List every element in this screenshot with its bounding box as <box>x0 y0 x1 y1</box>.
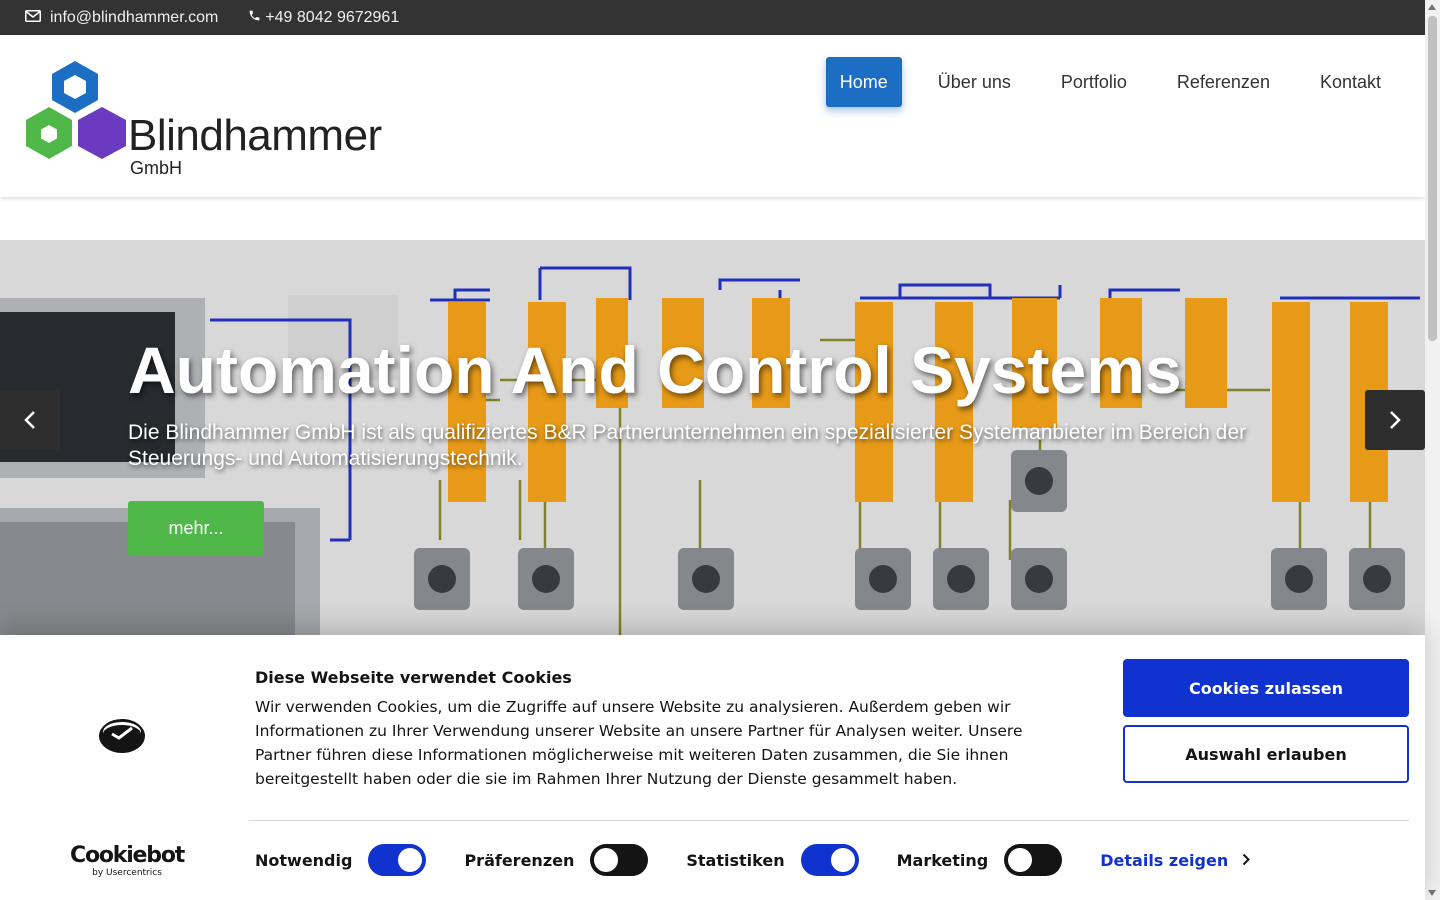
hero-slider: Automation And Control Systems Die Blind… <box>0 240 1425 635</box>
cookie-title: Diese Webseite verwendet Cookies <box>255 668 572 687</box>
toggle-statistiken[interactable] <box>800 844 859 876</box>
company-logo[interactable]: Blindhammer GmbH <box>22 59 402 179</box>
slider-next-button[interactable] <box>1365 390 1425 450</box>
main-nav: Home Über uns Portfolio Referenzen Konta… <box>804 57 1395 107</box>
envelope-icon <box>25 9 41 27</box>
site-header: Blindhammer GmbH Home Über uns Portfolio… <box>0 35 1425 197</box>
chevron-left-icon <box>24 411 35 429</box>
logo-sub: GmbH <box>130 158 183 178</box>
cookie-details-label[interactable]: Details zeigen <box>1100 851 1228 870</box>
nav-kontakt[interactable]: Kontakt <box>1306 57 1395 107</box>
toggle-statistiken-label: Statistiken <box>686 850 785 870</box>
cookie-divider <box>249 820 1409 821</box>
hexagon-logo-icon <box>26 61 126 159</box>
toggle-marketing[interactable] <box>1004 844 1063 876</box>
cookiebot-mark-icon <box>98 717 146 759</box>
phone-icon <box>248 9 261 27</box>
scroll-thumb[interactable] <box>1428 16 1437 341</box>
top-contact-bar: info@blindhammer.com +49 8042 9672961 <box>0 0 1425 35</box>
toggle-praeferenzen[interactable] <box>590 844 649 876</box>
cookiebot-brand: Cookiebot by Usercentrics <box>70 843 185 879</box>
page-scrollbar[interactable] <box>1425 0 1440 900</box>
toggle-praeferenzen-group: Präferenzen <box>464 844 649 876</box>
contact-email-text[interactable]: info@blindhammer.com <box>50 9 218 27</box>
hero-title: Automation And Control Systems <box>128 333 1182 407</box>
nav-home[interactable]: Home <box>825 57 902 107</box>
hero-text: Die Blindhammer GmbH ist als qualifizier… <box>128 421 1247 470</box>
nav-referenzen[interactable]: Referenzen <box>1163 57 1284 107</box>
cookie-allow-all-button[interactable]: Cookies zulassen <box>1123 659 1409 717</box>
toggle-notwendig-label: Notwendig <box>255 850 353 870</box>
cookiebot-brand-sub: by Usercentrics <box>92 868 162 878</box>
scroll-down-icon[interactable] <box>1428 890 1436 896</box>
cookie-toggle-row: Notwendig Präferenzen Statistiken Market… <box>255 844 1251 876</box>
toggle-notwendig[interactable] <box>368 844 427 876</box>
toggle-knob <box>594 848 619 872</box>
cookie-details-link[interactable]: Details zeigen <box>1100 851 1251 870</box>
toggle-marketing-label: Marketing <box>896 850 989 870</box>
hero-more-button[interactable]: mehr... <box>128 501 264 556</box>
toggle-knob <box>830 848 855 872</box>
scroll-up-icon[interactable] <box>1428 4 1436 10</box>
toggle-knob <box>1008 848 1033 872</box>
nav-portfolio[interactable]: Portfolio <box>1047 57 1141 107</box>
toggle-statistiken-group: Statistiken <box>686 844 859 876</box>
toggle-knob <box>398 848 423 872</box>
slider-prev-button[interactable] <box>0 390 60 450</box>
contact-email[interactable]: info@blindhammer.com <box>25 9 218 27</box>
toggle-marketing-group: Marketing <box>897 844 1063 876</box>
cookie-allow-selection-button[interactable]: Auswahl erlauben <box>1123 725 1409 783</box>
toggle-praeferenzen-label: Präferenzen <box>464 850 575 870</box>
contact-phone[interactable]: +49 8042 9672961 <box>248 9 399 27</box>
cookie-text: Wir verwenden Cookies, um die Zugriffe a… <box>255 698 1023 788</box>
contact-phone-text[interactable]: +49 8042 9672961 <box>265 9 399 27</box>
chevron-right-icon <box>1242 851 1251 870</box>
chevron-right-icon <box>1390 411 1401 429</box>
nav-ueber-uns[interactable]: Über uns <box>924 57 1025 107</box>
cookiebot-brand-name: Cookiebot <box>70 843 185 868</box>
logo-name: Blindhammer <box>128 111 382 160</box>
toggle-notwendig-group: Notwendig <box>255 844 427 876</box>
cookie-consent-banner: Cookiebot by Usercentrics Diese Webseite… <box>0 635 1425 900</box>
